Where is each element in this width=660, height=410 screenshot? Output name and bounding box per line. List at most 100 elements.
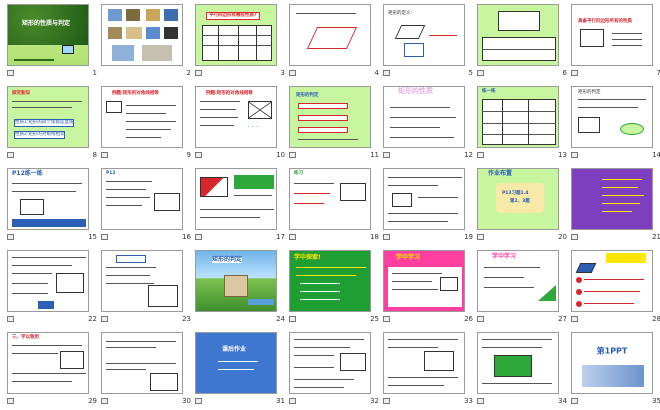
slide-thumbnail[interactable]: 学中学习 bbox=[477, 250, 559, 312]
slide-8[interactable]: 探究新知 性质1:矩形的四个角都是直角 性质2:矩形的对角线相等 8 bbox=[5, 84, 99, 166]
slide-thumbnail[interactable]: 例题:矩形的对角线相等 ・・・ bbox=[195, 86, 277, 148]
slide-thumbnail[interactable]: 学中探索! bbox=[289, 250, 371, 312]
slide-thumbnail[interactable]: 第1PPT bbox=[571, 332, 653, 394]
slide-26[interactable]: 学中学习 26 bbox=[381, 248, 475, 330]
slide-thumbnail[interactable]: 课后作业 bbox=[195, 332, 277, 394]
slide-thumbnail[interactable] bbox=[195, 168, 277, 230]
slide-title: 矩形的判定 bbox=[578, 90, 601, 95]
slide-24[interactable]: 矩形的判定 24 bbox=[193, 248, 287, 330]
slide-number: 6 bbox=[562, 69, 567, 77]
slide-thumbnail[interactable]: 学中学习 bbox=[383, 250, 465, 312]
transition-icon bbox=[7, 398, 14, 404]
slide-thumbnail[interactable]: 作业布置 P13习题1.4 第2、3题 bbox=[477, 168, 559, 230]
transition-icon bbox=[195, 234, 202, 240]
slide-number: 8 bbox=[92, 151, 97, 159]
slide-title: 第1PPT bbox=[596, 346, 628, 356]
slide-thumbnail[interactable]: 探究新知 性质1:矩形的四个角都是直角 性质2:矩形的对角线相等 bbox=[7, 86, 89, 148]
slide-17[interactable]: 17 bbox=[193, 166, 287, 248]
slide-thumbnail[interactable]: 练习 bbox=[289, 168, 371, 230]
slide-4[interactable]: 4 bbox=[287, 2, 381, 84]
slide-thumbnail[interactable] bbox=[289, 332, 371, 394]
slide-21[interactable]: 21 bbox=[569, 166, 660, 248]
slide-title: 学中探索! bbox=[294, 254, 321, 261]
slide-thumbnail[interactable]: 练一练 bbox=[477, 86, 559, 148]
slide-27[interactable]: 学中学习 27 bbox=[475, 248, 569, 330]
slide-22[interactable]: 22 bbox=[5, 248, 99, 330]
slide-thumbnail[interactable] bbox=[383, 168, 465, 230]
slide-number: 11 bbox=[370, 151, 379, 159]
slide-25[interactable]: 学中探索! 25 bbox=[287, 248, 381, 330]
transition-icon bbox=[7, 70, 14, 76]
transition-icon bbox=[383, 234, 390, 240]
slide-33[interactable]: 33 bbox=[381, 330, 475, 410]
slide-thumbnail[interactable]: 矩形的判定 bbox=[571, 86, 653, 148]
slide-28[interactable]: 28 bbox=[569, 248, 660, 330]
slide-number: 34 bbox=[558, 397, 567, 405]
slide-thumbnail[interactable] bbox=[477, 332, 559, 394]
transition-icon bbox=[477, 398, 484, 404]
slide-7[interactable]: 具备平行四边形所有的性质 7 bbox=[569, 2, 660, 84]
slide-2[interactable]: 2 bbox=[99, 2, 193, 84]
slide-3[interactable]: 平行四边形有哪些性质? 3 bbox=[193, 2, 287, 84]
slide-thumbnail[interactable] bbox=[383, 332, 465, 394]
slide-12[interactable]: 矩形的性质 12 bbox=[381, 84, 475, 166]
slide-title: 矩形的性质 bbox=[398, 87, 433, 95]
slide-thumbnail[interactable]: 矩形的性质 bbox=[383, 86, 465, 148]
slide-title: 矩形的性质与判定 bbox=[22, 20, 71, 27]
slide-thumbnail[interactable]: 矩形的性质与判定 bbox=[7, 4, 89, 66]
slide-5[interactable]: 矩形的定义: 5 bbox=[381, 2, 475, 84]
slide-thumbnail[interactable] bbox=[7, 250, 89, 312]
slide-thumbnail[interactable] bbox=[571, 250, 653, 312]
slide-14[interactable]: 矩形的判定 14 bbox=[569, 84, 660, 166]
slide-number: 7 bbox=[656, 69, 660, 77]
slide-thumbnail[interactable]: 平行四边形有哪些性质? bbox=[195, 4, 277, 66]
slide-thumbnail[interactable]: 例题:矩形的对角线相等 bbox=[101, 86, 183, 148]
transition-icon bbox=[383, 70, 390, 76]
slide-16[interactable]: P12 16 bbox=[99, 166, 193, 248]
slide-thumbnail[interactable]: 矩形的判定 bbox=[195, 250, 277, 312]
slide-10[interactable]: 例题:矩形的对角线相等 ・・・ 10 bbox=[193, 84, 287, 166]
slide-thumbnail[interactable] bbox=[101, 4, 183, 66]
slide-thumbnail[interactable]: 矩形的判定 bbox=[289, 86, 371, 148]
slide-thumbnail[interactable]: P12 bbox=[101, 168, 183, 230]
slide-thumbnail[interactable]: 矩形的定义: bbox=[383, 4, 465, 66]
slide-title: 例题:矩形的对角线相等 bbox=[112, 91, 159, 96]
slide-thumbnail[interactable] bbox=[101, 332, 183, 394]
slide-31[interactable]: 课后作业 31 bbox=[193, 330, 287, 410]
slide-23[interactable]: 23 bbox=[99, 248, 193, 330]
transition-icon bbox=[289, 398, 296, 404]
slide-35[interactable]: 第1PPT 35 bbox=[569, 330, 660, 410]
slide-line: 性质1:矩形的四个角都是直角 bbox=[14, 119, 75, 127]
slide-thumbnail[interactable] bbox=[477, 4, 559, 66]
slide-number: 25 bbox=[370, 315, 379, 323]
slide-9[interactable]: 例题:矩形的对角线相等 9 bbox=[99, 84, 193, 166]
slide-title: 例题:矩形的对角线相等 bbox=[206, 91, 253, 96]
slide-thumbnail[interactable]: P12练一练 bbox=[7, 168, 89, 230]
slide-1[interactable]: 矩形的性质与判定 1 bbox=[5, 2, 99, 84]
slide-32[interactable]: 32 bbox=[287, 330, 381, 410]
slide-thumbnail[interactable] bbox=[101, 250, 183, 312]
slide-15[interactable]: P12练一练 15 bbox=[5, 166, 99, 248]
slide-20[interactable]: 作业布置 P13习题1.4 第2、3题 20 bbox=[475, 166, 569, 248]
transition-icon bbox=[477, 316, 484, 322]
transition-icon bbox=[101, 398, 108, 404]
slide-29[interactable]: 三、学以致用 29 bbox=[5, 330, 99, 410]
slide-30[interactable]: 30 bbox=[99, 330, 193, 410]
slide-11[interactable]: 矩形的判定 11 bbox=[287, 84, 381, 166]
slide-number: 22 bbox=[88, 315, 97, 323]
slide-6[interactable]: 6 bbox=[475, 2, 569, 84]
slide-thumbnail[interactable] bbox=[289, 4, 371, 66]
slide-thumbnail[interactable]: 三、学以致用 bbox=[7, 332, 89, 394]
slide-18[interactable]: 练习 18 bbox=[287, 166, 381, 248]
transition-icon bbox=[383, 398, 390, 404]
slide-title: 学中学习 bbox=[396, 254, 421, 261]
slide-thumbnail[interactable] bbox=[571, 168, 653, 230]
transition-icon bbox=[571, 152, 578, 158]
slide-34[interactable]: 34 bbox=[475, 330, 569, 410]
transition-icon bbox=[101, 316, 108, 322]
slide-thumbnail[interactable]: 具备平行四边形所有的性质 bbox=[571, 4, 653, 66]
transition-icon bbox=[477, 70, 484, 76]
slide-19[interactable]: 19 bbox=[381, 166, 475, 248]
slide-13[interactable]: 练一练 13 bbox=[475, 84, 569, 166]
slide-number: 5 bbox=[468, 69, 473, 77]
